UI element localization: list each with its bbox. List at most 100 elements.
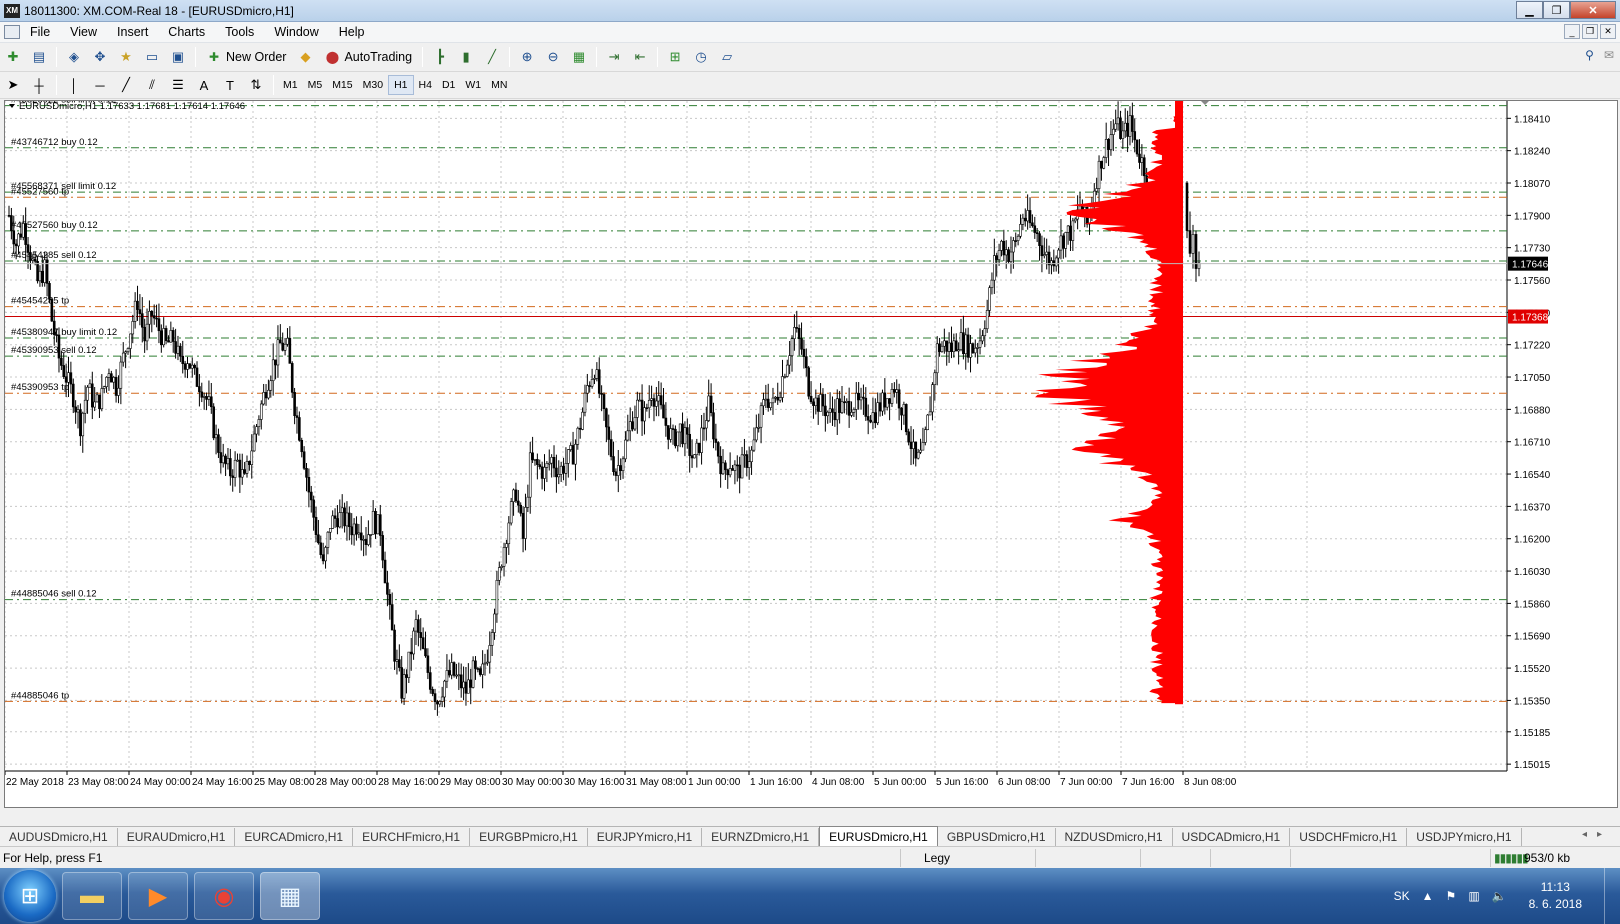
bar-chart-icon[interactable]: ┣ <box>429 47 451 67</box>
timeframe-w1[interactable]: W1 <box>460 75 486 95</box>
channel-icon[interactable]: ⫽ <box>141 75 163 95</box>
line-chart-icon[interactable]: ╱ <box>481 47 503 67</box>
chart-tab[interactable]: EURJPYmicro,H1 <box>588 828 703 846</box>
price-label: 1.17220 <box>1514 341 1551 352</box>
candle-body <box>678 423 682 433</box>
chart-tab[interactable]: USDCADmicro,H1 <box>1173 828 1291 846</box>
market-watch-icon[interactable]: ◈ <box>63 47 85 67</box>
terminal-icon[interactable]: ▭ <box>141 47 163 67</box>
text-icon[interactable]: A <box>193 75 215 95</box>
timeframe-m1[interactable]: M1 <box>278 75 303 95</box>
candle-body <box>76 409 80 413</box>
autoscroll-icon[interactable]: ⇥ <box>603 47 625 67</box>
vertical-line-icon[interactable]: │ <box>63 75 85 95</box>
price-chart[interactable]: 1.18410 1.18240 1.18070 1.17900 1.17730 1.175… <box>5 101 1617 807</box>
chart-tab[interactable]: USDJPYmicro,H1 <box>1407 828 1522 846</box>
data-window-icon[interactable]: ✥ <box>89 47 111 67</box>
navigator-icon[interactable]: ★ <box>115 47 137 67</box>
new-order-button[interactable]: ✚ New Order <box>200 46 292 68</box>
chart-tab[interactable]: EURNZDmicro,H1 <box>702 828 820 846</box>
zoom-out-icon[interactable]: ⊖ <box>542 47 564 67</box>
language-indicator[interactable]: SK <box>1394 889 1410 903</box>
candle-body <box>547 462 551 465</box>
chart-window[interactable]: 1.18410 1.18240 1.18070 1.17900 1.17730 1.175… <box>4 100 1618 808</box>
volume-icon[interactable]: 🔈 <box>1492 889 1507 903</box>
chart-tab[interactable]: EURAUDmicro,H1 <box>118 828 236 846</box>
menu-help[interactable]: Help <box>329 22 375 43</box>
new-chart-icon[interactable]: ✚ <box>2 47 24 67</box>
timeframe-m30[interactable]: M30 <box>358 75 388 95</box>
candle-body <box>526 496 530 508</box>
chart-tab[interactable]: EURCADmicro,H1 <box>235 828 354 846</box>
candle-body <box>831 408 834 413</box>
chart-tab[interactable]: AUDUSDmicro,H1 <box>0 828 118 846</box>
clock[interactable]: 11:13 8. 6. 2018 <box>1529 879 1582 913</box>
horizontal-line-icon[interactable]: ─ <box>89 75 111 95</box>
candle-body <box>233 459 237 478</box>
menu-file[interactable]: File <box>20 22 60 43</box>
cursor-icon[interactable]: ➤ <box>2 75 24 95</box>
mdi-minimize-button[interactable]: _ <box>1564 24 1580 39</box>
timeframe-m15[interactable]: M15 <box>327 75 357 95</box>
templates-icon[interactable]: ▱ <box>716 47 738 67</box>
chart-tab[interactable]: USDCHFmicro,H1 <box>1290 828 1408 846</box>
indicators-icon[interactable]: ⊞ <box>664 47 686 67</box>
candle-body <box>105 376 108 387</box>
menu-window[interactable]: Window <box>264 22 328 43</box>
candle-body <box>202 396 206 398</box>
tab-scroll-arrows-icon[interactable]: ◂▸ <box>1582 829 1612 840</box>
timeframe-mn[interactable]: MN <box>486 75 512 95</box>
fibonacci-icon[interactable]: ☰ <box>167 75 189 95</box>
autotrading-button[interactable]: ⬤ AutoTrading <box>318 46 418 68</box>
candlestick-icon[interactable]: ▮ <box>455 47 477 67</box>
mdi-close-button[interactable]: ✕ <box>1600 24 1616 39</box>
text-label-icon[interactable]: T <box>219 75 241 95</box>
clock-date: 8. 6. 2018 <box>1528 897 1582 911</box>
time-label: 31 May 08:00 <box>626 777 687 788</box>
chart-tab[interactable]: EURUSDmicro,H1 <box>819 826 938 846</box>
candle-body <box>195 367 199 387</box>
tester-icon[interactable]: ▣ <box>167 47 189 67</box>
metaeditor-icon[interactable]: ◆ <box>294 47 316 67</box>
timeframe-h1[interactable]: H1 <box>388 75 414 95</box>
timeframe-h4[interactable]: H4 <box>414 75 437 95</box>
minimize-button[interactable]: ▁ <box>1516 1 1543 19</box>
timeframe-m5[interactable]: M5 <box>303 75 328 95</box>
menu-view[interactable]: View <box>60 22 107 43</box>
mdi-restore-button[interactable]: ❐ <box>1582 24 1598 39</box>
zoom-in-icon[interactable]: ⊕ <box>516 47 538 67</box>
periods-icon[interactable]: ◷ <box>690 47 712 67</box>
chrome-taskbar-icon[interactable]: ◉ <box>194 872 254 920</box>
media-player-taskbar-icon[interactable]: ▶ <box>128 872 188 920</box>
show-desktop-button[interactable] <box>1604 868 1620 924</box>
action-center-icon[interactable]: ⚑ <box>1446 889 1457 903</box>
chart-shift-icon[interactable]: ⇤ <box>629 47 651 67</box>
close-button[interactable]: ✕ <box>1570 1 1616 19</box>
candle-body <box>619 465 622 471</box>
tile-windows-icon[interactable]: ▦ <box>568 47 590 67</box>
network-icon[interactable]: ▥ <box>1468 889 1479 903</box>
start-button[interactable]: ⊞ <box>4 870 56 922</box>
menu-charts[interactable]: Charts <box>158 22 215 43</box>
metatrader-taskbar-icon[interactable]: ▦ <box>260 872 320 920</box>
timeframe-d1[interactable]: D1 <box>437 75 460 95</box>
search-icon[interactable]: ⚲ <box>1585 48 1594 62</box>
price-label: 1.18410 <box>1514 114 1551 125</box>
chart-tab[interactable]: EURCHFmicro,H1 <box>353 828 471 846</box>
chat-icon[interactable]: ✉ <box>1604 48 1614 62</box>
candle-body <box>1014 240 1018 242</box>
chart-tab[interactable]: NZDUSDmicro,H1 <box>1056 828 1173 846</box>
chart-tab[interactable]: EURGBPmicro,H1 <box>470 828 588 846</box>
arrows-icon[interactable]: ⇅ <box>245 75 267 95</box>
candle-body <box>897 389 901 409</box>
menu-tools[interactable]: Tools <box>215 22 264 43</box>
maximize-button[interactable]: ❐ <box>1543 1 1570 19</box>
profiles-icon[interactable]: ▤ <box>28 47 50 67</box>
chart-tab[interactable]: GBPUSDmicro,H1 <box>938 828 1056 846</box>
tray-expand-icon[interactable]: ▲ <box>1422 889 1434 903</box>
menu-insert[interactable]: Insert <box>107 22 158 43</box>
explorer-taskbar-icon[interactable]: ▬ <box>62 872 122 920</box>
trendline-icon[interactable]: ╱ <box>115 75 137 95</box>
candle-body <box>928 411 932 416</box>
crosshair-icon[interactable]: ┼ <box>28 75 50 95</box>
